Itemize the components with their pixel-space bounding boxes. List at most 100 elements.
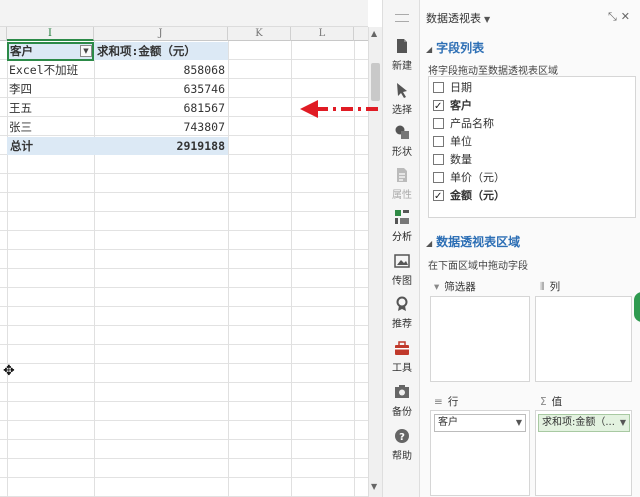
pivot-total-label[interactable]: 总计 — [7, 137, 94, 155]
select-button[interactable]: 选择 — [383, 82, 421, 122]
pivot-row-value[interactable]: 681567 — [94, 99, 228, 117]
chevron-down-icon[interactable]: ▼ — [484, 15, 490, 24]
sheet-toolbar-strip — [0, 0, 368, 27]
side-toolbar: 新建 选择 形状 属性 分析 传图 推荐 工具 备份 ? 帮助 — [382, 0, 420, 497]
column-header-k[interactable]: K — [228, 27, 291, 41]
field-customer[interactable]: 客户 — [433, 97, 472, 116]
pivot-row-label[interactable]: 李四 — [7, 80, 94, 98]
pivot-total-value[interactable]: 2919188 — [94, 137, 228, 155]
values-drop-zone[interactable]: 求和项:金额（... ▼ — [535, 410, 632, 496]
column-header-l[interactable]: L — [291, 27, 354, 41]
shapes-button[interactable]: 形状 — [383, 124, 421, 164]
chevron-down-icon[interactable]: ▼ — [516, 415, 522, 431]
field-unit[interactable]: 单位 — [433, 133, 472, 151]
pane-window-controls: ⤡✕ — [608, 10, 634, 24]
red-arrow-icon — [300, 100, 388, 118]
field-quantity[interactable]: 数量 — [433, 151, 472, 169]
pane-title-text: 数据透视表 — [426, 12, 481, 25]
help-icon: ? — [395, 429, 409, 443]
columns-drop-zone[interactable] — [535, 296, 632, 382]
floating-assistant-badge[interactable] — [634, 292, 640, 322]
row-field-chip[interactable]: 客户 ▼ — [434, 414, 526, 432]
help-button[interactable]: ? 帮助 — [383, 428, 421, 468]
pivot-row-value[interactable]: 635746 — [94, 80, 228, 98]
scroll-up-icon[interactable]: ▲ — [371, 29, 377, 38]
columns-zone-label: ⦀ 列 — [540, 279, 560, 294]
backup-button[interactable]: 备份 — [383, 384, 421, 424]
checkbox-amount[interactable] — [433, 188, 444, 206]
backup-label: 备份 — [392, 407, 412, 418]
field-amount[interactable]: 金额（元） — [433, 187, 505, 206]
filter-drop-zone[interactable] — [430, 296, 530, 382]
pivot-row-value[interactable]: 743807 — [94, 118, 228, 136]
image-upload-icon — [394, 254, 410, 268]
svg-text:?: ? — [399, 432, 405, 443]
analysis-icon — [395, 210, 409, 224]
spreadsheet[interactable]: I J K L 客户 求和项:金额（元） ▼ Excel不加班 858068 李… — [0, 0, 368, 497]
field-unit-price-label: 单价（元） — [450, 171, 505, 184]
rows-icon: ≡ — [434, 396, 443, 408]
resize-icon[interactable]: ⤡ — [608, 10, 621, 23]
pivot-row-label[interactable]: 张三 — [7, 118, 94, 136]
close-icon[interactable]: ✕ — [621, 10, 634, 23]
image-upload-label: 传图 — [392, 276, 412, 287]
rows-drop-zone[interactable]: 客户 ▼ — [430, 410, 530, 496]
checkbox-unit[interactable] — [433, 136, 444, 147]
pivot-header-sum-amount[interactable]: 求和项:金额（元） — [94, 42, 228, 60]
column-header-j[interactable]: J — [94, 27, 228, 41]
recommend-button[interactable]: 推荐 — [383, 296, 421, 336]
select-cursor-icon — [397, 83, 407, 98]
pivot-area-title: 数据透视表区域 — [436, 235, 521, 249]
pivot-row-label[interactable]: Excel不加班 — [7, 61, 94, 79]
filter-dropdown-button[interactable]: ▼ — [80, 45, 92, 57]
pivot-row-label[interactable]: 王五 — [7, 99, 94, 117]
properties-label: 属性 — [392, 190, 412, 201]
value-field-chip-label: 求和项:金额（... — [542, 417, 615, 428]
pivot-row-value[interactable]: 858068 — [94, 61, 228, 79]
pivot-area-hint: 在下面区域中拖动字段 — [428, 261, 528, 272]
toolbox-icon — [395, 341, 409, 355]
analysis-button[interactable]: 分析 — [383, 209, 421, 249]
grid-line — [291, 41, 292, 497]
new-button[interactable]: 新建 — [383, 38, 421, 78]
chevron-down-icon[interactable]: ▼ — [620, 415, 626, 431]
recommend-icon — [396, 296, 408, 311]
analysis-label: 分析 — [392, 232, 412, 243]
image-upload-button[interactable]: 传图 — [383, 253, 421, 293]
backup-icon — [395, 385, 409, 398]
collapse-triangle-icon[interactable]: ◢ — [426, 239, 432, 248]
pane-title[interactable]: 数据透视表 ▼ — [426, 10, 490, 26]
field-amount-label: 金额（元） — [450, 189, 505, 202]
value-field-chip[interactable]: 求和项:金额（... ▼ — [538, 414, 630, 432]
rows-zone-label: ≡ 行 — [434, 394, 458, 409]
field-list-section-header[interactable]: ◢ 字段列表 — [426, 39, 484, 56]
column-header-bar: I J K L — [0, 27, 368, 41]
checkbox-date[interactable] — [433, 82, 444, 93]
field-date[interactable]: 日期 — [433, 79, 472, 97]
column-header-i[interactable]: I — [7, 27, 94, 41]
toolbar-grip-icon — [395, 14, 409, 22]
scrollbar-thumb[interactable] — [371, 63, 380, 101]
row-header-corner[interactable] — [0, 27, 7, 41]
field-list-title: 字段列表 — [436, 41, 485, 55]
checkbox-quantity[interactable] — [433, 154, 444, 165]
checkbox-product-name[interactable] — [433, 118, 444, 129]
scroll-down-icon[interactable]: ▼ — [371, 482, 377, 491]
collapse-triangle-icon[interactable]: ◢ — [426, 45, 432, 54]
tools-button[interactable]: 工具 — [383, 340, 421, 380]
sigma-icon: Σ — [540, 396, 547, 408]
pivot-area-section-header[interactable]: ◢ 数据透视表区域 — [426, 233, 520, 250]
recommend-label: 推荐 — [392, 319, 412, 330]
properties-icon — [397, 168, 407, 182]
field-unit-price[interactable]: 单价（元） — [433, 169, 505, 187]
field-product-name[interactable]: 产品名称 — [433, 115, 494, 133]
checkbox-unit-price[interactable] — [433, 172, 444, 183]
properties-button[interactable]: 属性 — [383, 167, 421, 207]
row-field-chip-label: 客户 — [438, 417, 458, 428]
select-label: 选择 — [392, 105, 412, 116]
grid-line — [228, 41, 229, 497]
field-date-label: 日期 — [450, 81, 472, 94]
checkbox-customer[interactable] — [433, 98, 444, 116]
new-label: 新建 — [392, 61, 412, 72]
columns-icon: ⦀ — [540, 281, 545, 293]
